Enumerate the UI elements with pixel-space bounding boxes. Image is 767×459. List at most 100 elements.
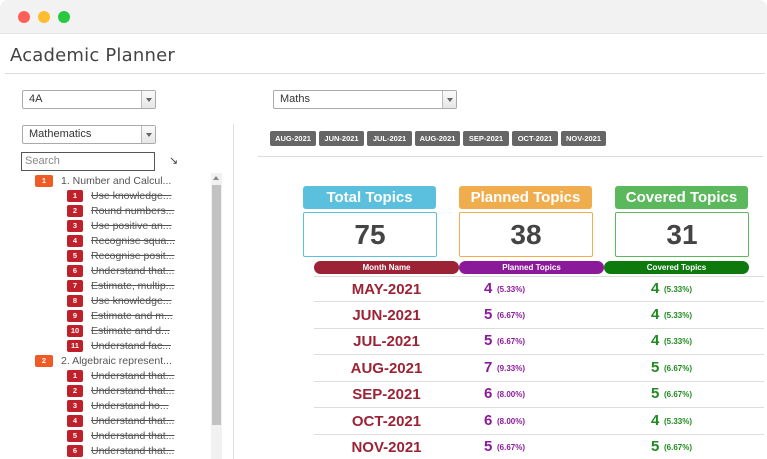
subtopic-label: Understand that... — [91, 370, 175, 382]
subtopic-number-badge: 6 — [67, 445, 83, 457]
subtopic-number-badge: 7 — [67, 280, 83, 292]
table-row: JUN-2021 5 (6.67%) 4 (5.33%) — [314, 303, 764, 329]
maximize-window-icon[interactable] — [58, 11, 70, 23]
tab-month-1[interactable]: AUG-2021 — [270, 131, 316, 146]
column-header-planned: Planned Topics — [459, 261, 604, 274]
subtopic-label: Understand fac... — [91, 340, 171, 352]
subtopic-number-badge: 1 — [67, 370, 83, 382]
month-name-cell: NOV-2021 — [351, 439, 422, 456]
close-window-icon[interactable] — [18, 11, 30, 23]
subtopic-number-badge: 2 — [67, 205, 83, 217]
title-divider — [5, 73, 765, 74]
subtopic-label: Understand that... — [91, 415, 175, 427]
table-row: SEP-2021 6 (8.00%) 5 (6.67%) — [314, 382, 764, 408]
tab-month-2[interactable]: JUN-2021 — [319, 131, 364, 146]
covered-count-cell: 5 — [651, 358, 660, 376]
month-name-cell: JUN-2021 — [352, 306, 421, 324]
subtopic-label: Recognise posit... — [91, 250, 175, 262]
planned-topics-value: 38 — [459, 212, 593, 257]
chevron-down-icon[interactable] — [442, 91, 456, 108]
months-divider — [258, 156, 763, 157]
planned-percent-cell: (8.00%) — [497, 416, 526, 426]
subtopic-label: Understand that... — [91, 265, 175, 277]
subject-select[interactable]: Mathematics — [22, 125, 156, 144]
topic-number-badge: 1 — [35, 175, 53, 187]
panel-divider — [233, 124, 234, 459]
planned-percent-cell: (6.67%) — [497, 443, 526, 452]
planned-percent-cell: (5.33%) — [497, 285, 526, 294]
subtopic-number-badge: 4 — [67, 235, 83, 247]
planned-count-cell: 6 — [484, 411, 493, 429]
window-titlebar — [0, 0, 767, 34]
minimize-window-icon[interactable] — [38, 11, 50, 23]
covered-count-cell: 4 — [651, 305, 660, 323]
table-row: AUG-2021 7 (9.33%) 5 (6.67%) — [314, 356, 764, 382]
planned-count-cell: 4 — [484, 280, 493, 297]
subtopic-number-badge: 4 — [67, 415, 83, 427]
subtopic-number-badge: 11 — [67, 340, 83, 352]
subtopic-label: Estimate and d... — [91, 325, 170, 337]
subtopic-label: Use positive an... — [91, 220, 172, 232]
subtopic-number-badge: 5 — [67, 430, 83, 442]
covered-percent-cell: (5.33%) — [664, 285, 693, 294]
topic-tree: 1 1. Number and Calcul... 1 Use knowledge..… — [30, 174, 210, 459]
planned-count-cell: 6 — [484, 385, 493, 402]
subtopic-label: Understand that... — [91, 445, 175, 457]
planned-count-cell: 5 — [484, 332, 493, 349]
covered-count-cell: 5 — [651, 385, 660, 402]
covered-percent-cell: (5.33%) — [664, 310, 693, 320]
topic-label: 2. Algebraic represent... — [61, 355, 172, 367]
covered-count-cell: 4 — [651, 411, 660, 429]
month-name-cell: OCT-2021 — [351, 412, 422, 430]
subtopic-label: Round numbers... — [91, 205, 175, 217]
covered-percent-cell: (5.33%) — [664, 337, 693, 346]
planned-percent-cell: (6.67%) — [497, 337, 526, 346]
topic-number-badge: 2 — [35, 355, 53, 367]
tab-month-5[interactable]: SEP-2021 — [463, 131, 509, 146]
covered-percent-cell: (5.33%) — [664, 416, 693, 426]
tab-month-7[interactable]: NOV-2021 — [561, 131, 606, 146]
chevron-down-icon[interactable] — [141, 91, 155, 108]
planned-count-cell: 5 — [484, 305, 493, 323]
subtopic-label: Use knowledge... — [91, 295, 172, 307]
tab-month-4[interactable]: AUG-2021 — [415, 131, 460, 146]
subtopic-number-badge: 3 — [67, 400, 83, 412]
subtopic-label: Estimate, multip... — [91, 280, 175, 292]
class-select[interactable]: 4A — [22, 90, 156, 109]
subject-select-value: Mathematics — [29, 128, 92, 140]
covered-topics-value: 31 — [615, 212, 749, 257]
planned-percent-cell: (9.33%) — [497, 363, 526, 373]
app-window: Academic Planner 4A Mathematics Search ↘… — [0, 0, 767, 459]
subject-filter-value: Maths — [280, 93, 310, 105]
covered-percent-cell: (6.67%) — [664, 363, 693, 373]
subtopic-label: Estimate and m... — [91, 310, 173, 322]
subject-filter-select[interactable]: Maths — [273, 90, 457, 109]
month-name-cell: JUL-2021 — [353, 333, 420, 350]
subtopic-number-badge: 9 — [67, 310, 83, 322]
month-name-cell: SEP-2021 — [352, 386, 421, 403]
scroll-thumb[interactable] — [212, 185, 221, 425]
tree-scrollbar[interactable] — [211, 173, 222, 459]
column-header-covered: Covered Topics — [604, 261, 749, 274]
month-name-cell: MAY-2021 — [351, 281, 422, 298]
month-name-cell: AUG-2021 — [350, 359, 423, 377]
subtopic-number-badge: 10 — [67, 325, 83, 337]
planned-percent-cell: (6.67%) — [497, 310, 526, 320]
scroll-up-icon[interactable] — [213, 176, 219, 180]
chevron-down-icon[interactable] — [141, 126, 155, 143]
pin-icon[interactable]: ↘ — [169, 154, 178, 167]
covered-count-cell: 4 — [651, 332, 660, 349]
subtopic-label: Understand ho... — [91, 400, 169, 412]
table-row: OCT-2021 6 (8.00%) 4 (5.33%) — [314, 409, 764, 435]
subtopic-number-badge: 3 — [67, 220, 83, 232]
subtopic-number-badge: 5 — [67, 250, 83, 262]
column-header-month: Month Name — [314, 261, 459, 274]
search-input[interactable]: Search — [21, 152, 155, 171]
total-topics-value: 75 — [303, 212, 437, 257]
table-row: JUL-2021 5 (6.67%) 4 (5.33%) — [314, 329, 764, 355]
subtopic-label: Use knowledge... — [91, 190, 172, 202]
covered-topics-label: Covered Topics — [615, 186, 748, 209]
tab-month-3[interactable]: JUL-2021 — [367, 131, 412, 146]
subtopic-number-badge: 1 — [67, 190, 83, 202]
tab-month-6[interactable]: OCT-2021 — [512, 131, 558, 146]
